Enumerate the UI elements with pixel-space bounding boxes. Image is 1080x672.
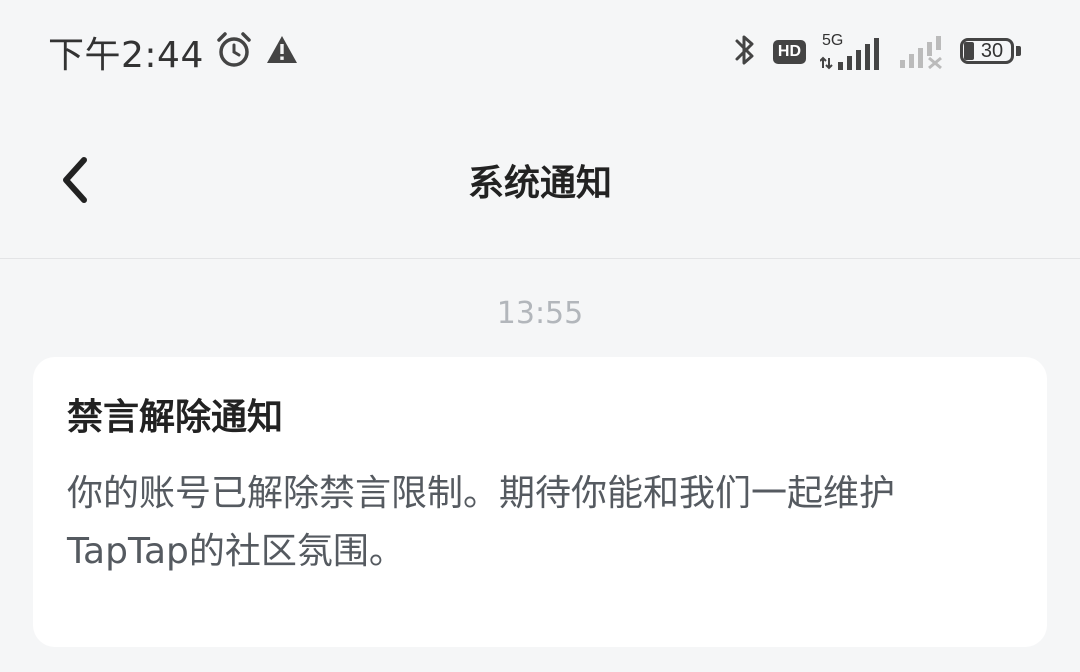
warning-triangle-icon (264, 32, 300, 72)
alarm-clock-icon (214, 30, 254, 74)
notification-body: 你的账号已解除禁言限制。期待你能和我们一起维护TapTap的社区氛围。 (67, 473, 896, 572)
page-title: 系统通知 (467, 163, 612, 204)
status-bar-right: HD 5G 30 (731, 28, 1022, 76)
battery-level: 30 (980, 40, 1004, 62)
nav-header: 系统通知 (0, 104, 1080, 259)
message-timestamp: 13:55 (496, 296, 584, 331)
status-time: 下午2:44 (48, 35, 204, 76)
status-bar-left: 下午2:44 (48, 28, 300, 76)
battery-cap (1016, 46, 1021, 56)
notification-card[interactable]: 禁言解除通知 你的账号已解除禁言限制。期待你能和我们一起维护TapTap的社区氛… (33, 357, 1047, 647)
bluetooth-icon (731, 30, 759, 74)
battery-icon: 30 (960, 36, 1022, 68)
no-signal-icon (898, 30, 946, 74)
battery-fill (964, 42, 974, 60)
signal-bars-icon: 5G (820, 32, 884, 72)
status-bar: 下午2:44 HD 5G 30 (0, 0, 1080, 104)
hd-badge: HD (772, 40, 806, 64)
notification-title: 禁言解除通知 (67, 397, 284, 438)
